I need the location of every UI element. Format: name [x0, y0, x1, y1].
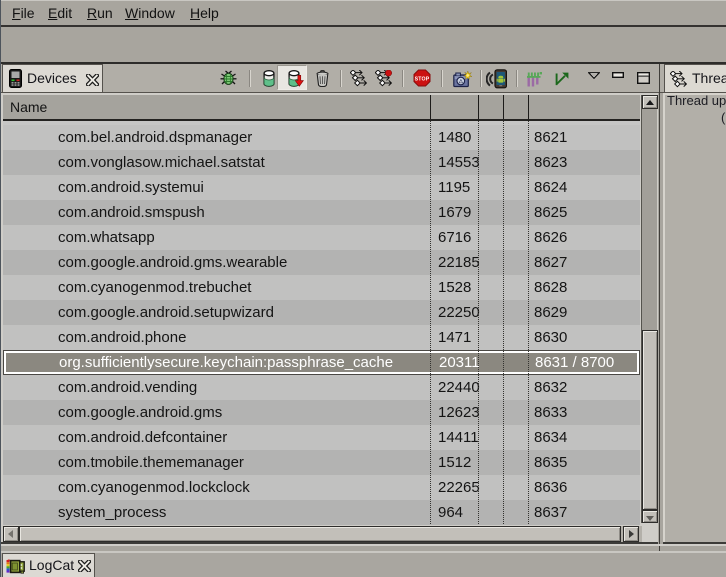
svg-text:STOP: STOP: [415, 76, 430, 82]
